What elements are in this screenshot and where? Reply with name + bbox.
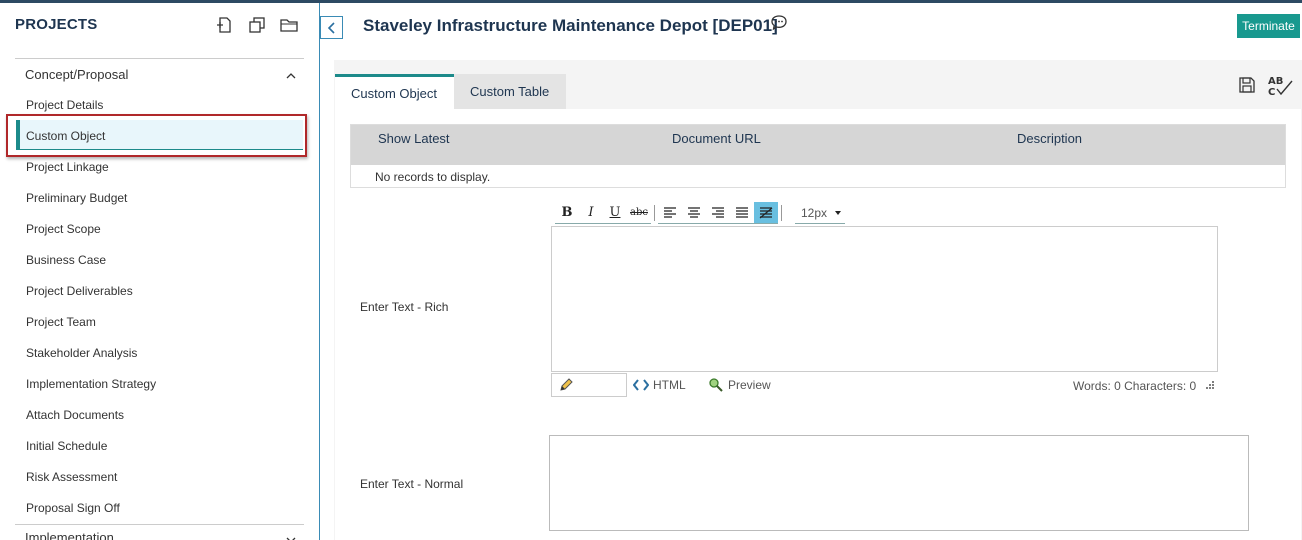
rich-text-toolbar: B I U abc 12px bbox=[555, 201, 845, 225]
sidebar-toolbar bbox=[214, 14, 300, 36]
toolbar-separator bbox=[781, 205, 782, 221]
font-size-select[interactable]: 12px bbox=[795, 202, 845, 224]
underline-button[interactable]: U bbox=[603, 202, 627, 224]
html-mode-button[interactable]: HTML bbox=[633, 373, 686, 397]
grid-header: Show Latest Document URL Description bbox=[351, 125, 1285, 165]
html-mode-label: HTML bbox=[653, 378, 686, 392]
page-title: Staveley Infrastructure Maintenance Depo… bbox=[363, 16, 778, 35]
word-character-count: Words: 0 Characters: 0 bbox=[1073, 379, 1197, 393]
svg-text:C: C bbox=[1268, 87, 1275, 98]
chevron-left-icon bbox=[327, 21, 335, 34]
align-right-button[interactable] bbox=[706, 202, 730, 224]
form-area: Show Latest Document URL Description No … bbox=[335, 109, 1301, 540]
sidebar-item-preliminary-budget[interactable]: Preliminary Budget bbox=[26, 191, 127, 205]
chevron-up-icon[interactable] bbox=[285, 68, 297, 86]
rich-text-editor[interactable] bbox=[551, 226, 1218, 372]
italic-button[interactable]: I bbox=[579, 202, 603, 224]
column-show-latest[interactable]: Show Latest bbox=[378, 131, 450, 146]
remove-alignment-button[interactable] bbox=[754, 202, 778, 224]
comment-icon[interactable] bbox=[770, 14, 788, 37]
column-description[interactable]: Description bbox=[1017, 131, 1082, 146]
spell-check-icon[interactable]: AB C bbox=[1266, 74, 1296, 103]
sidebar-item-implementation-strategy[interactable]: Implementation Strategy bbox=[26, 377, 156, 391]
sidebar-item-project-deliverables[interactable]: Project Deliverables bbox=[26, 284, 133, 298]
folder-icon[interactable] bbox=[278, 14, 300, 36]
column-document-url[interactable]: Document URL bbox=[672, 131, 761, 146]
pencil-icon bbox=[560, 378, 573, 391]
bold-button[interactable]: B bbox=[555, 202, 579, 224]
section-concept-proposal[interactable]: Concept/Proposal bbox=[25, 67, 128, 82]
preview-mode-label: Preview bbox=[728, 378, 771, 392]
rich-text-label: Enter Text - Rich bbox=[360, 300, 449, 314]
sidebar-item-attach-documents[interactable]: Attach Documents bbox=[26, 408, 124, 422]
preview-mode-button[interactable]: Preview bbox=[708, 373, 771, 397]
sidebar-item-custom-object[interactable]: Custom Object bbox=[16, 120, 303, 150]
svg-text:AB: AB bbox=[1268, 76, 1283, 87]
normal-text-area[interactable] bbox=[549, 435, 1249, 531]
caret-down-icon bbox=[835, 211, 841, 215]
save-icon[interactable] bbox=[1238, 76, 1256, 99]
magnifier-icon bbox=[709, 378, 723, 392]
tab-custom-object[interactable]: Custom Object bbox=[335, 74, 454, 109]
normal-text-label: Enter Text - Normal bbox=[360, 477, 464, 491]
documents-grid: Show Latest Document URL Description No … bbox=[350, 124, 1286, 188]
toolbar-separator bbox=[654, 205, 655, 221]
align-left-button[interactable] bbox=[658, 202, 682, 224]
font-size-value: 12px bbox=[801, 205, 828, 220]
sidebar-item-project-linkage[interactable]: Project Linkage bbox=[26, 160, 109, 174]
content-panel: Custom Object Custom Table AB C Show Late… bbox=[334, 60, 1302, 540]
strikethrough-button[interactable]: abc bbox=[627, 202, 651, 224]
sidebar-title: PROJECTS bbox=[15, 16, 98, 33]
terminate-button[interactable]: Terminate bbox=[1237, 14, 1300, 38]
section-implementation[interactable]: Implementation bbox=[25, 530, 114, 540]
rich-text-footer: HTML Preview Words: 0 Characters: 0 bbox=[551, 373, 1218, 397]
tab-custom-table[interactable]: Custom Table bbox=[454, 74, 566, 109]
sidebar-item-business-case[interactable]: Business Case bbox=[26, 253, 106, 267]
justify-button[interactable] bbox=[730, 202, 754, 224]
sidebar-item-proposal-sign-off[interactable]: Proposal Sign Off bbox=[26, 501, 120, 515]
chevron-down-icon[interactable] bbox=[285, 532, 297, 540]
copy-icon[interactable] bbox=[246, 14, 268, 36]
new-document-icon[interactable] bbox=[214, 14, 236, 36]
projects-sidebar: PROJECTS Concept/Proposal Project Detail… bbox=[0, 3, 320, 540]
sidebar-item-risk-assessment[interactable]: Risk Assessment bbox=[26, 470, 117, 484]
sidebar-item-stakeholder-analysis[interactable]: Stakeholder Analysis bbox=[26, 346, 137, 360]
sidebar-item-initial-schedule[interactable]: Initial Schedule bbox=[26, 439, 107, 453]
sidebar-item-label: Custom Object bbox=[26, 129, 106, 143]
design-mode-button[interactable] bbox=[551, 373, 627, 397]
sidebar-item-project-scope[interactable]: Project Scope bbox=[26, 222, 101, 236]
sidebar-divider bbox=[15, 58, 304, 59]
resize-grip-icon[interactable] bbox=[1205, 379, 1215, 393]
sidebar-item-project-team[interactable]: Project Team bbox=[26, 315, 96, 329]
code-icon bbox=[633, 379, 649, 391]
sidebar-item-project-details[interactable]: Project Details bbox=[26, 98, 103, 112]
collapse-sidebar-button[interactable] bbox=[320, 16, 343, 39]
sidebar-divider bbox=[15, 524, 304, 525]
grid-empty-message: No records to display. bbox=[375, 170, 491, 184]
align-center-button[interactable] bbox=[682, 202, 706, 224]
